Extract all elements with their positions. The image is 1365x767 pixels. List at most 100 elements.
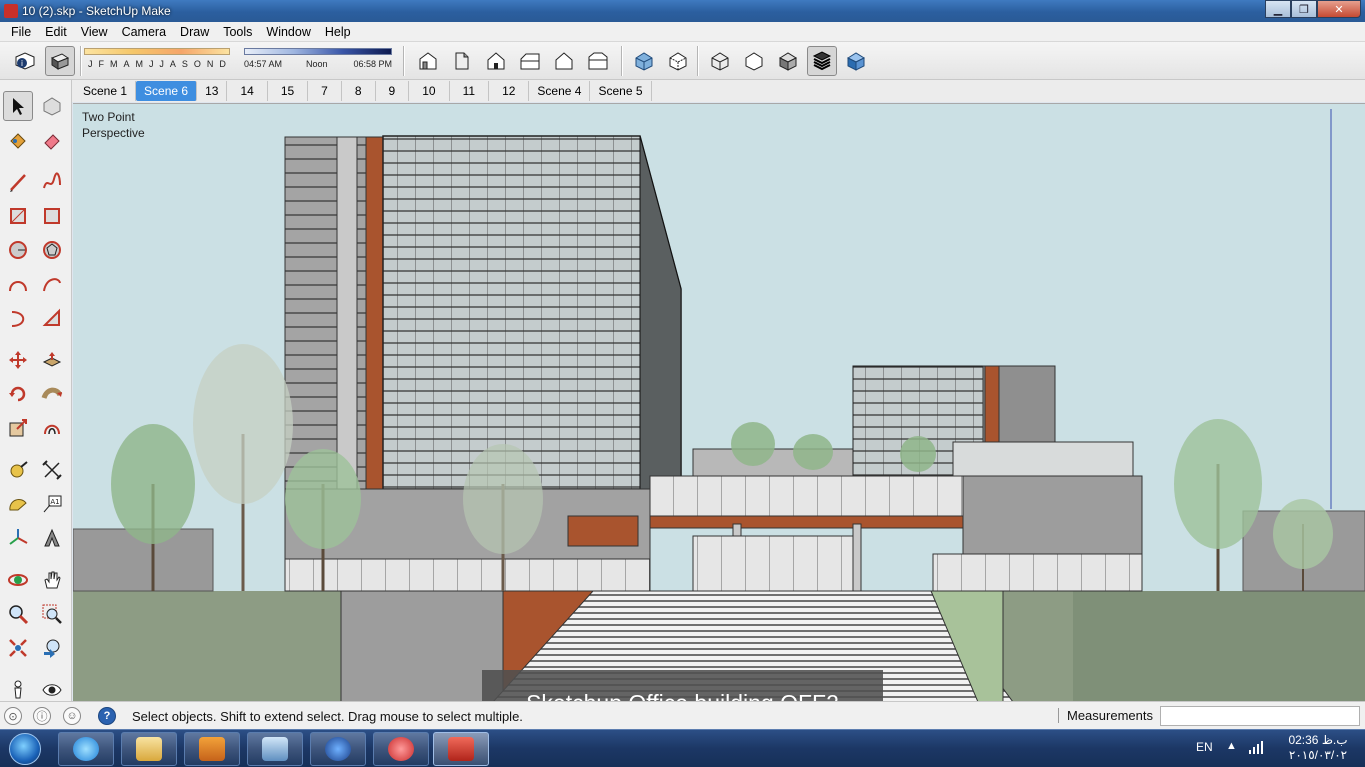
scene-tab[interactable]: 15: [268, 81, 309, 101]
shaded-textures-icon[interactable]: [807, 46, 837, 76]
zoom-extents-icon[interactable]: [3, 633, 33, 663]
eraser-icon[interactable]: [37, 125, 67, 155]
close-button[interactable]: ✕: [1317, 0, 1361, 18]
monochrome-icon[interactable]: [841, 46, 871, 76]
month-label: J: [159, 59, 164, 69]
top-view-icon[interactable]: [447, 46, 477, 76]
rectangle-tool-icon[interactable]: [3, 201, 33, 231]
hidden-line-icon[interactable]: [739, 46, 769, 76]
scale-tool-icon[interactable]: [3, 413, 33, 443]
model-viewport[interactable]: Two Point Perspective: [73, 103, 1365, 701]
pan-tool-icon[interactable]: [37, 565, 67, 595]
right-view-icon[interactable]: [515, 46, 545, 76]
scene-tab[interactable]: 8: [342, 81, 376, 101]
line-tool-icon[interactable]: [3, 167, 33, 197]
scene-tab-active[interactable]: Scene 6: [136, 81, 198, 101]
polygon-tool-icon[interactable]: [37, 235, 67, 265]
tape-measure-icon[interactable]: [3, 455, 33, 485]
previous-view-icon[interactable]: [37, 633, 67, 663]
xray-icon[interactable]: [629, 46, 659, 76]
orbit-tool-icon[interactable]: [3, 565, 33, 595]
scene-tab[interactable]: 9: [376, 81, 410, 101]
scene-tab[interactable]: 7: [308, 81, 342, 101]
menu-draw[interactable]: Draw: [173, 25, 216, 39]
shaded-icon[interactable]: [773, 46, 803, 76]
paint-bucket-icon[interactable]: [3, 125, 33, 155]
zoom-window-icon[interactable]: [37, 599, 67, 629]
pie-tool-icon[interactable]: [37, 303, 67, 333]
system-clock[interactable]: 02:36 ب.ظ ٢٠١٥/٠٣/٠٢: [1278, 733, 1358, 763]
menu-file[interactable]: File: [4, 25, 38, 39]
model-info-icon[interactable]: i: [10, 46, 40, 76]
iso-view-icon[interactable]: [413, 46, 443, 76]
shadows-icon[interactable]: [45, 46, 75, 76]
select-tool-icon[interactable]: [3, 91, 33, 121]
shadow-time-slider[interactable]: 04:57 AM Noon 06:58 PM: [244, 48, 392, 71]
dimension-tool-icon[interactable]: [37, 455, 67, 485]
freehand-tool-icon[interactable]: [37, 167, 67, 197]
menu-camera[interactable]: Camera: [115, 25, 173, 39]
back-edges-icon[interactable]: [663, 46, 693, 76]
month-label: A: [169, 59, 176, 69]
rotate-tool-icon[interactable]: [3, 379, 33, 409]
scene-tab[interactable]: Scene 1: [75, 81, 137, 101]
tray-expand-icon[interactable]: ▲: [1226, 740, 1237, 752]
folder-icon: [136, 737, 162, 761]
3d-text-icon[interactable]: [37, 523, 67, 553]
date-slider-track[interactable]: [84, 48, 230, 55]
scene-tab[interactable]: 14: [227, 81, 268, 101]
circle-tool-icon[interactable]: [3, 235, 33, 265]
menu-help[interactable]: Help: [318, 25, 358, 39]
left-view-icon[interactable]: [583, 46, 613, 76]
push-pull-icon[interactable]: [37, 345, 67, 375]
sketchup-taskbar-button[interactable]: [433, 732, 489, 766]
offset-tool-icon[interactable]: [37, 413, 67, 443]
language-indicator[interactable]: EN: [1196, 740, 1213, 754]
rotated-rectangle-icon[interactable]: [37, 201, 67, 231]
text-tool-icon[interactable]: A1: [37, 489, 67, 519]
snipping-tool-taskbar-button[interactable]: [373, 732, 429, 766]
help-icon[interactable]: ?: [98, 707, 116, 725]
geo-location-icon[interactable]: ⊙: [4, 707, 22, 725]
follow-me-icon[interactable]: [37, 379, 67, 409]
maximize-button[interactable]: ❐: [1291, 0, 1317, 18]
media-player-taskbar-button[interactable]: [184, 732, 240, 766]
network-taskbar-button[interactable]: [247, 732, 303, 766]
file-explorer-taskbar-button[interactable]: [121, 732, 177, 766]
arc-tool-icon[interactable]: [3, 269, 33, 299]
time-slider-track[interactable]: [244, 48, 392, 55]
measurements-input[interactable]: [1160, 706, 1360, 726]
menu-tools[interactable]: Tools: [216, 25, 259, 39]
user-icon[interactable]: ☺: [63, 707, 81, 725]
scene-tab[interactable]: Scene 5: [590, 81, 652, 101]
scene-tab[interactable]: Scene 4: [529, 81, 591, 101]
menu-view[interactable]: View: [74, 25, 115, 39]
protractor-icon[interactable]: [3, 489, 33, 519]
scene-tab[interactable]: 13: [197, 81, 228, 101]
status-message: Select objects. Shift to extend select. …: [132, 709, 523, 724]
two-point-arc-icon[interactable]: [37, 269, 67, 299]
axes-tool-icon[interactable]: [3, 523, 33, 553]
scene-tab[interactable]: 12: [489, 81, 530, 101]
minimize-button[interactable]: ▁: [1265, 0, 1291, 18]
network-signal-icon[interactable]: [1248, 740, 1264, 754]
sketchup-app-icon[interactable]: [4, 4, 18, 18]
wireframe-icon[interactable]: [705, 46, 735, 76]
move-tool-icon[interactable]: [3, 345, 33, 375]
back-view-icon[interactable]: [549, 46, 579, 76]
scene-tab[interactable]: 10: [409, 81, 450, 101]
three-point-arc-icon[interactable]: [3, 303, 33, 333]
menu-edit[interactable]: Edit: [38, 25, 74, 39]
zoom-tool-icon[interactable]: [3, 599, 33, 629]
menu-window[interactable]: Window: [259, 25, 317, 39]
network-icon: [262, 737, 288, 761]
building-render[interactable]: [73, 104, 1365, 701]
google-earth-taskbar-button[interactable]: [310, 732, 366, 766]
make-component-icon[interactable]: [37, 91, 67, 121]
credits-icon[interactable]: ⓘ: [33, 707, 51, 725]
shadow-date-slider[interactable]: J F M A M J J A S O N D: [84, 48, 230, 69]
internet-explorer-taskbar-button[interactable]: [58, 732, 114, 766]
scene-tab[interactable]: 11: [450, 81, 490, 101]
start-button[interactable]: [2, 731, 48, 767]
front-view-icon[interactable]: [481, 46, 511, 76]
